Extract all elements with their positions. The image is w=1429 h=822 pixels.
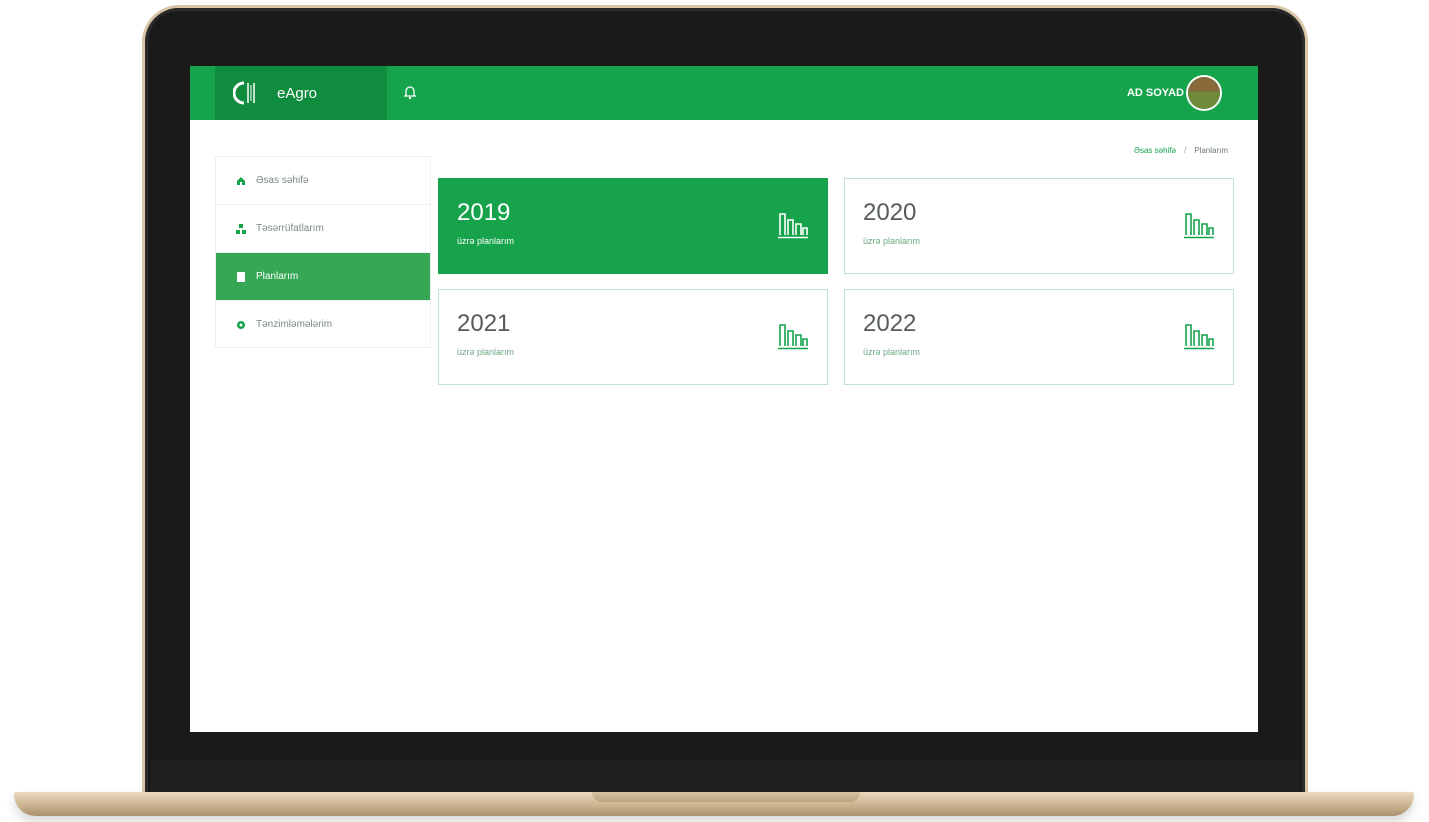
- sidebar-item-label: Əsas səhifə: [256, 175, 309, 186]
- sidebar-item-settings[interactable]: Tənzimləmələrim: [216, 301, 430, 348]
- top-navbar: eAgro AD SOYAD: [190, 66, 1258, 120]
- sidebar-item-plans[interactable]: Planlarım: [216, 253, 430, 301]
- app-screen: eAgro AD SOYAD Əsas səhifə / Planlarım Ə…: [190, 66, 1258, 732]
- logo-icon: [233, 80, 259, 106]
- plan-card-2020[interactable]: 2020 üzrə planlarım: [844, 178, 1234, 274]
- sidebar-item-label: Planlarım: [256, 271, 299, 282]
- card-subtitle: üzrə planlarım: [457, 236, 515, 246]
- bar-chart-icon: [1183, 211, 1215, 239]
- user-menu[interactable]: AD SOYAD: [1127, 76, 1220, 110]
- card-year: 2022: [863, 310, 917, 337]
- card-subtitle: üzrə planlarım: [863, 347, 921, 357]
- breadcrumb-current: Planlarım: [1194, 146, 1228, 155]
- bell-icon[interactable]: [400, 82, 420, 102]
- bar-chart-icon: [777, 211, 809, 239]
- bar-chart-icon: [1183, 322, 1215, 350]
- card-subtitle: üzrə planlarım: [457, 347, 515, 357]
- avatar: [1188, 77, 1220, 109]
- brand-name: eAgro: [277, 84, 318, 102]
- plans-icon: [236, 271, 246, 282]
- home-icon: [236, 176, 246, 186]
- bar-chart-icon: [777, 322, 809, 350]
- plan-card-2019[interactable]: 2019 üzrə planlarım: [438, 178, 828, 274]
- breadcrumb: Əsas səhifə / Planlarım: [1134, 146, 1228, 155]
- plan-card-2022[interactable]: 2022 üzrə planlarım: [844, 289, 1234, 385]
- sidebar-item-label: Tənzimləmələrim: [256, 319, 333, 330]
- card-year: 2020: [863, 199, 917, 226]
- sidebar-item-label: Təsərrüfatlarım: [256, 223, 324, 234]
- laptop-notch: [592, 792, 860, 802]
- user-name: AD SOYAD: [1126, 87, 1184, 99]
- card-year: 2019: [457, 199, 511, 226]
- settings-icon: [236, 320, 246, 330]
- breadcrumb-separator: /: [1183, 146, 1187, 155]
- brand[interactable]: eAgro: [215, 66, 387, 120]
- farms-icon: [236, 223, 246, 234]
- sidebar-item-farms[interactable]: Təsərrüfatlarım: [216, 205, 430, 253]
- sidebar-item-home[interactable]: Əsas səhifə: [216, 157, 430, 205]
- card-subtitle: üzrə planlarım: [863, 236, 921, 246]
- card-year: 2021: [457, 310, 511, 337]
- plan-card-2021[interactable]: 2021 üzrə planlarım: [438, 289, 828, 385]
- sidebar: Əsas səhifə Təsərrüfatlarım Planlarım Tə…: [215, 156, 431, 348]
- breadcrumb-home[interactable]: Əsas səhifə: [1134, 146, 1176, 155]
